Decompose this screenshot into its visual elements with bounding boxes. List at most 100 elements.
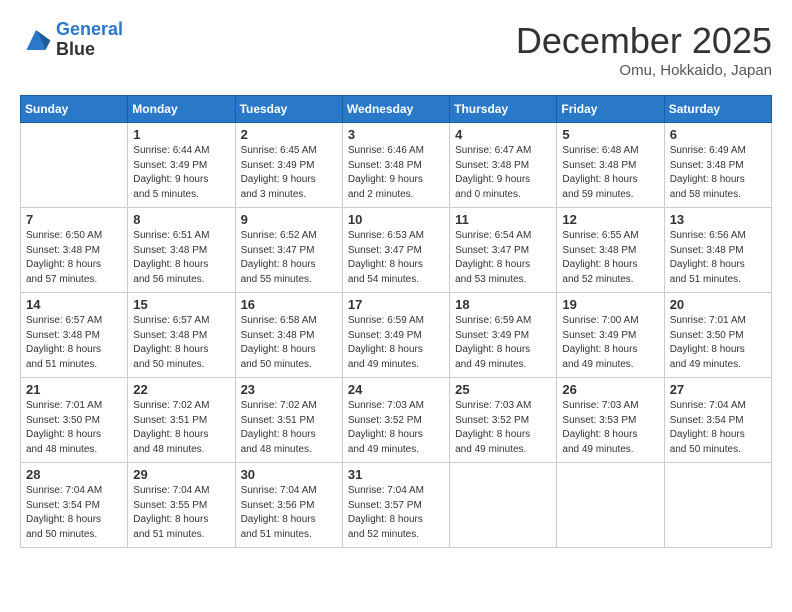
day-info: Sunrise: 6:58 AM Sunset: 3:48 PM Dayligh… [241,314,337,372]
day-number: 30 [241,467,337,482]
month-title: December 2025 [516,20,772,62]
day-number: 10 [348,212,444,227]
calendar-cell: 20Sunrise: 7:01 AM Sunset: 3:50 PM Dayli… [664,293,771,378]
week-row-1: 1Sunrise: 6:44 AM Sunset: 3:49 PM Daylig… [21,123,772,208]
day-number: 20 [670,297,766,312]
day-number: 16 [241,297,337,312]
week-row-2: 7 Sunrise: 6:50 AM Sunset: 3:48 PM Daylig… [21,208,772,293]
calendar-cell [664,463,771,548]
weekday-header-monday: Monday [128,96,235,123]
calendar-cell: 22Sunrise: 7:02 AM Sunset: 3:51 PM Dayli… [128,378,235,463]
calendar-cell: 4 Sunrise: 6:47 AM Sunset: 3:48 PM Daylig… [450,123,557,208]
day-number: 3 [348,127,444,142]
calendar-cell: 10 Sunrise: 6:53 AM Sunset: 3:47 PM Dayli… [342,208,449,293]
weekday-header-sunday: Sunday [21,96,128,123]
calendar-cell: 17Sunrise: 6:59 AM Sunset: 3:49 PM Dayli… [342,293,449,378]
day-info: Sunrise: 7:04 AM Sunset: 3:56 PM Dayligh… [241,484,337,542]
calendar-cell: 30 Sunrise: 7:04 AM Sunset: 3:56 PM Dayli… [235,463,342,548]
calendar-cell: 16 Sunrise: 6:58 AM Sunset: 3:48 PM Dayli… [235,293,342,378]
calendar-cell: 26Sunrise: 7:03 AM Sunset: 3:53 PM Dayli… [557,378,664,463]
day-info: Sunrise: 6:51 AM Sunset: 3:48 PM Dayligh… [133,229,229,287]
weekday-header-friday: Friday [557,96,664,123]
day-number: 23 [241,382,337,397]
day-number: 28 [26,467,122,482]
title-block: December 2025 Omu, Hokkaido, Japan [516,20,772,79]
calendar-cell [21,123,128,208]
calendar-cell: 5Sunrise: 6:48 AM Sunset: 3:48 PM Daylig… [557,123,664,208]
logo-text: General Blue [56,20,123,60]
day-number: 14 [26,297,122,312]
day-number: 13 [670,212,766,227]
calendar-cell: 19Sunrise: 7:00 AM Sunset: 3:49 PM Dayli… [557,293,664,378]
week-row-3: 14 Sunrise: 6:57 AM Sunset: 3:48 PM Dayli… [21,293,772,378]
calendar-cell: 6 Sunrise: 6:49 AM Sunset: 3:48 PM Daylig… [664,123,771,208]
day-info: Sunrise: 6:52 AM Sunset: 3:47 PM Dayligh… [241,229,337,287]
calendar-cell [557,463,664,548]
day-number: 24 [348,382,444,397]
day-number: 27 [670,382,766,397]
day-info: Sunrise: 6:50 AM Sunset: 3:48 PM Dayligh… [26,229,122,287]
day-info: Sunrise: 6:57 AM Sunset: 3:48 PM Dayligh… [26,314,122,372]
day-info: Sunrise: 6:53 AM Sunset: 3:47 PM Dayligh… [348,229,444,287]
day-number: 2 [241,127,337,142]
day-info: Sunrise: 6:45 AM Sunset: 3:49 PM Dayligh… [241,144,337,202]
weekday-header-thursday: Thursday [450,96,557,123]
calendar-cell: 8Sunrise: 6:51 AM Sunset: 3:48 PM Daylig… [128,208,235,293]
calendar-cell: 3Sunrise: 6:46 AM Sunset: 3:48 PM Daylig… [342,123,449,208]
day-number: 1 [133,127,229,142]
calendar-cell [450,463,557,548]
page-header: General Blue December 2025 Omu, Hokkaido… [20,20,772,79]
location: Omu, Hokkaido, Japan [516,62,772,79]
calendar-cell: 29 Sunrise: 7:04 AM Sunset: 3:55 PM Dayli… [128,463,235,548]
calendar-table: SundayMondayTuesdayWednesdayThursdayFrid… [20,95,772,548]
day-number: 6 [670,127,766,142]
day-number: 4 [455,127,551,142]
calendar-cell: 7 Sunrise: 6:50 AM Sunset: 3:48 PM Daylig… [21,208,128,293]
calendar-cell: 14 Sunrise: 6:57 AM Sunset: 3:48 PM Dayli… [21,293,128,378]
day-info: Sunrise: 7:01 AM Sunset: 3:50 PM Dayligh… [26,399,122,457]
day-number: 11 [455,212,551,227]
weekday-header-tuesday: Tuesday [235,96,342,123]
day-info: Sunrise: 6:49 AM Sunset: 3:48 PM Dayligh… [670,144,766,202]
day-number: 18 [455,297,551,312]
calendar-cell: 27Sunrise: 7:04 AM Sunset: 3:54 PM Dayli… [664,378,771,463]
day-number: 26 [562,382,658,397]
day-info: Sunrise: 6:47 AM Sunset: 3:48 PM Dayligh… [455,144,551,202]
day-info: Sunrise: 6:56 AM Sunset: 3:48 PM Dayligh… [670,229,766,287]
day-number: 7 [26,212,122,227]
calendar-cell: 9Sunrise: 6:52 AM Sunset: 3:47 PM Daylig… [235,208,342,293]
calendar-cell: 18Sunrise: 6:59 AM Sunset: 3:49 PM Dayli… [450,293,557,378]
day-number: 12 [562,212,658,227]
calendar-cell: 11 Sunrise: 6:54 AM Sunset: 3:47 PM Dayli… [450,208,557,293]
calendar-cell: 24 Sunrise: 7:03 AM Sunset: 3:52 PM Dayli… [342,378,449,463]
week-row-4: 21 Sunrise: 7:01 AM Sunset: 3:50 PM Dayli… [21,378,772,463]
day-number: 21 [26,382,122,397]
weekday-header-saturday: Saturday [664,96,771,123]
calendar-cell: 1Sunrise: 6:44 AM Sunset: 3:49 PM Daylig… [128,123,235,208]
calendar-cell: 31 Sunrise: 7:04 AM Sunset: 3:57 PM Dayli… [342,463,449,548]
day-number: 31 [348,467,444,482]
day-info: Sunrise: 7:04 AM Sunset: 3:57 PM Dayligh… [348,484,444,542]
day-info: Sunrise: 6:55 AM Sunset: 3:48 PM Dayligh… [562,229,658,287]
weekday-header-row: SundayMondayTuesdayWednesdayThursdayFrid… [21,96,772,123]
calendar-cell: 28 Sunrise: 7:04 AM Sunset: 3:54 PM Dayli… [21,463,128,548]
day-number: 25 [455,382,551,397]
calendar-cell: 23 Sunrise: 7:02 AM Sunset: 3:51 PM Dayli… [235,378,342,463]
calendar-cell: 13 Sunrise: 6:56 AM Sunset: 3:48 PM Dayli… [664,208,771,293]
day-info: Sunrise: 7:03 AM Sunset: 3:52 PM Dayligh… [348,399,444,457]
day-info: Sunrise: 7:04 AM Sunset: 3:54 PM Dayligh… [26,484,122,542]
day-number: 22 [133,382,229,397]
calendar-cell: 2 Sunrise: 6:45 AM Sunset: 3:49 PM Daylig… [235,123,342,208]
calendar-cell: 25 Sunrise: 7:03 AM Sunset: 3:52 PM Dayli… [450,378,557,463]
day-number: 29 [133,467,229,482]
day-info: Sunrise: 7:04 AM Sunset: 3:55 PM Dayligh… [133,484,229,542]
day-number: 17 [348,297,444,312]
day-number: 5 [562,127,658,142]
logo-line2: Blue [56,40,123,60]
day-info: Sunrise: 6:54 AM Sunset: 3:47 PM Dayligh… [455,229,551,287]
day-info: Sunrise: 7:03 AM Sunset: 3:52 PM Dayligh… [455,399,551,457]
logo-line1: General [56,19,123,39]
day-info: Sunrise: 7:02 AM Sunset: 3:51 PM Dayligh… [241,399,337,457]
logo-icon [20,26,52,54]
logo: General Blue [20,20,123,60]
